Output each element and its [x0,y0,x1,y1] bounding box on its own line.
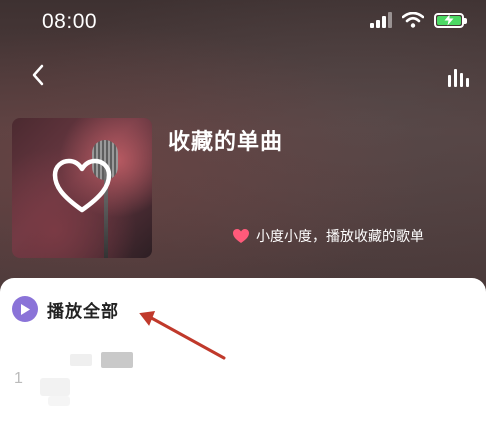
equalizer-button[interactable] [444,64,470,90]
song-artist-placeholder [48,396,70,406]
voice-hint[interactable]: 小度小度，播放收藏的歌单 [232,226,424,246]
play-all-label: 播放全部 [47,301,119,322]
back-icon [32,64,44,86]
back-button[interactable] [24,60,52,90]
play-all-button[interactable]: 播放全部 [12,296,119,322]
voice-hint-text: 小度小度，播放收藏的歌单 [256,229,424,245]
playlist-cover [12,118,152,258]
song-title-placeholder [70,354,92,366]
wifi-icon [402,12,424,28]
heart-icon [233,229,249,243]
status-time: 08:00 [42,10,98,33]
equalizer-icon [448,69,469,87]
annotation-arrow [139,310,226,360]
battery-icon [434,12,467,28]
signal-icon [370,12,392,28]
song-index: 1 [14,370,23,387]
heart-icon [52,158,112,213]
play-icon [12,296,38,322]
status-indicators [370,12,467,28]
song-title-placeholder [101,352,133,368]
song-artist-placeholder [40,378,70,396]
playlist-title: 收藏的单曲 [168,130,284,155]
